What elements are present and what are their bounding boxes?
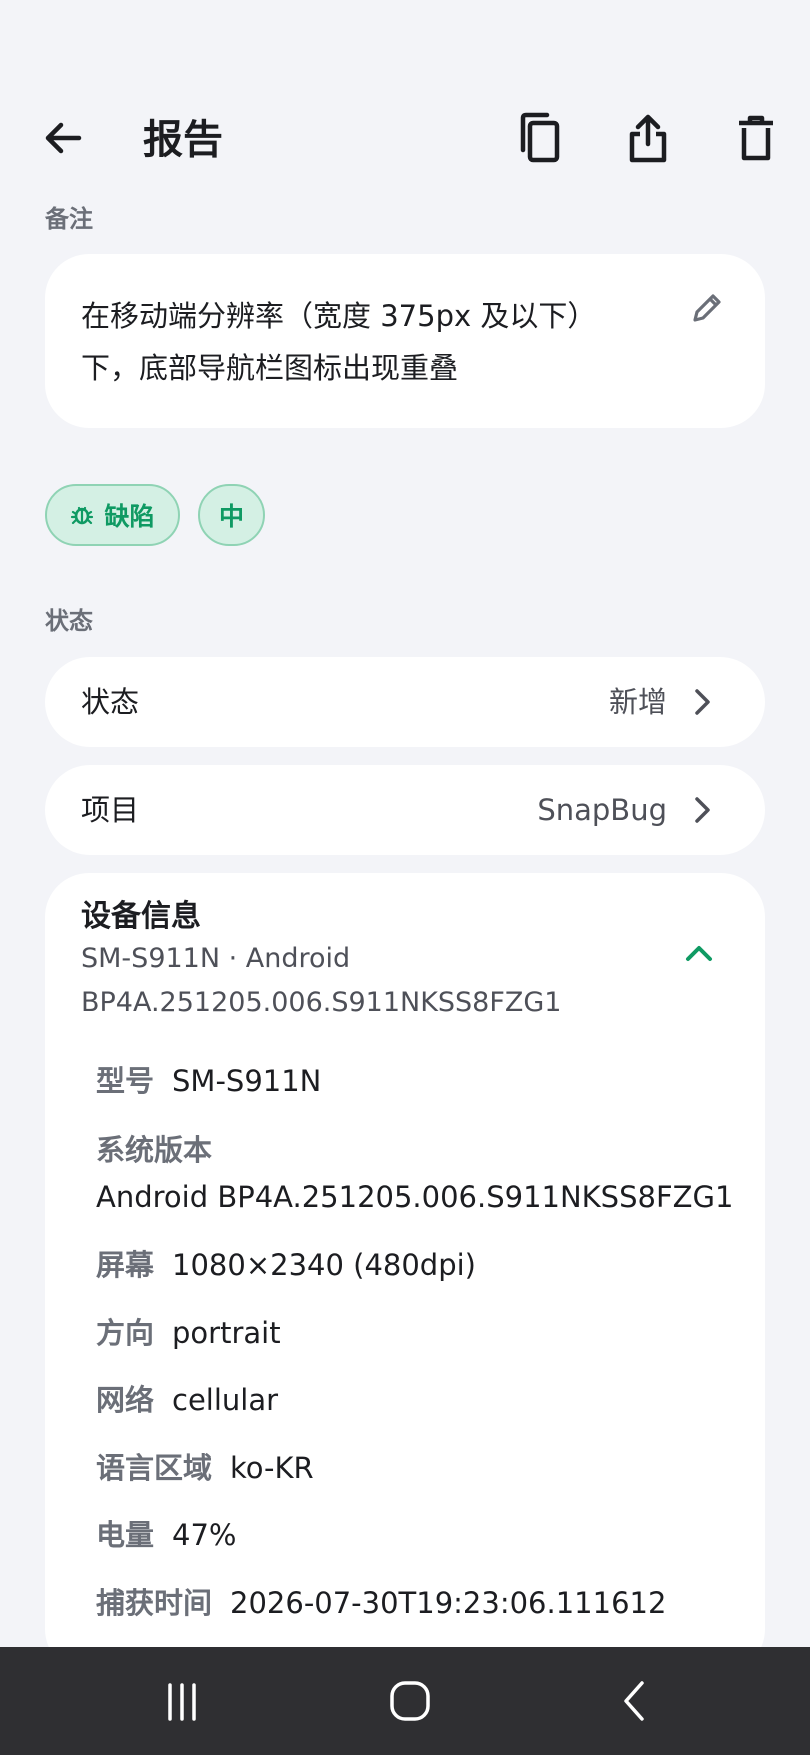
page-title: 报告 <box>143 117 223 163</box>
delete-button[interactable] <box>724 106 788 170</box>
field-key: 捕获时间 <box>96 1586 213 1620</box>
field-value: portrait <box>172 1316 281 1350</box>
note-text: 在移动端分辨率（宽度 375px 及以下）下，底部导航栏图标出现重叠 <box>81 299 597 385</box>
status-row[interactable]: 状态 新增 <box>45 657 765 747</box>
system-navigation-bar <box>0 1647 810 1755</box>
note-section-label: 备注 <box>45 205 93 233</box>
device-info-title: 设备信息 <box>81 899 201 934</box>
copy-icon <box>520 112 560 163</box>
field-screen: 屏幕 1080×2340 (480dpi) <box>96 1243 476 1287</box>
project-row-value: SnapBug <box>537 793 667 827</box>
status-section-label: 状态 <box>45 607 93 635</box>
home-button[interactable] <box>380 1673 440 1729</box>
arrow-left-icon <box>45 122 82 154</box>
field-os-version-key: 系统版本 <box>96 1128 230 1172</box>
field-value: SM-S911N <box>172 1064 322 1098</box>
recents-button[interactable] <box>152 1677 212 1727</box>
type-chip[interactable]: 缺陷 <box>45 484 180 546</box>
edit-note-button[interactable] <box>689 290 729 330</box>
field-value: cellular <box>172 1383 279 1417</box>
field-key: 电量 <box>96 1518 155 1552</box>
copy-button[interactable] <box>507 106 571 170</box>
system-back-button[interactable] <box>610 1675 660 1727</box>
field-captured-at: 捕获时间 2026-07-30T19:23:06.111612 <box>96 1581 666 1625</box>
field-value: 2026-07-30T19:23:06.111612 <box>230 1586 667 1620</box>
device-summary-build: BP4A.251205.006.S911NKSS8FZG1 <box>81 987 562 1018</box>
field-orientation: 方向 portrait <box>96 1311 281 1355</box>
field-key: 系统版本 <box>96 1133 213 1167</box>
field-key: 型号 <box>96 1064 155 1098</box>
field-battery: 电量 47% <box>96 1513 236 1557</box>
chevron-up-icon <box>686 946 712 961</box>
collapse-device-info-button[interactable] <box>681 935 725 979</box>
severity-chip-label: 中 <box>218 502 244 531</box>
status-row-value: 新增 <box>608 685 667 719</box>
field-key: 网络 <box>96 1383 155 1417</box>
field-os-version-value: Android BP4A.251205.006.S911NKSS8FZG1 <box>96 1175 733 1219</box>
field-value: Android BP4A.251205.006.S911NKSS8FZG1 <box>96 1180 734 1214</box>
project-row[interactable]: 项目 SnapBug <box>45 765 765 855</box>
delete-icon <box>739 115 773 161</box>
field-model: 型号 SM-S911N <box>96 1059 321 1103</box>
project-row-label: 项目 <box>81 793 140 827</box>
status-row-label: 状态 <box>81 685 140 719</box>
share-button[interactable] <box>616 106 680 170</box>
back-button[interactable] <box>31 106 95 170</box>
field-locale: 语言区域 ko-KR <box>96 1446 314 1490</box>
field-key: 方向 <box>96 1316 155 1350</box>
device-info-card: 设备信息 SM-S911N · Android BP4A.251205.006.… <box>45 873 765 1673</box>
chevron-right-icon <box>695 689 710 715</box>
bug-icon <box>71 506 94 525</box>
share-icon <box>629 114 667 163</box>
severity-chip[interactable]: 中 <box>198 484 265 546</box>
chevron-right-icon <box>695 797 710 823</box>
field-value: 47% <box>172 1518 237 1552</box>
home-icon <box>390 1681 430 1721</box>
type-chip-label: 缺陷 <box>104 502 155 531</box>
pencil-icon <box>693 294 721 322</box>
device-summary-model: SM-S911N · Android <box>81 943 351 974</box>
field-key: 屏幕 <box>96 1248 155 1282</box>
note-card[interactable]: 在移动端分辨率（宽度 375px 及以下）下，底部导航栏图标出现重叠 <box>45 254 765 428</box>
recents-icon <box>168 1683 196 1721</box>
field-value: ko-KR <box>230 1451 314 1485</box>
field-value: 1080×2340 (480dpi) <box>172 1248 476 1282</box>
field-key: 语言区域 <box>96 1451 213 1485</box>
field-network: 网络 cellular <box>96 1378 278 1422</box>
back-icon <box>624 1681 644 1721</box>
